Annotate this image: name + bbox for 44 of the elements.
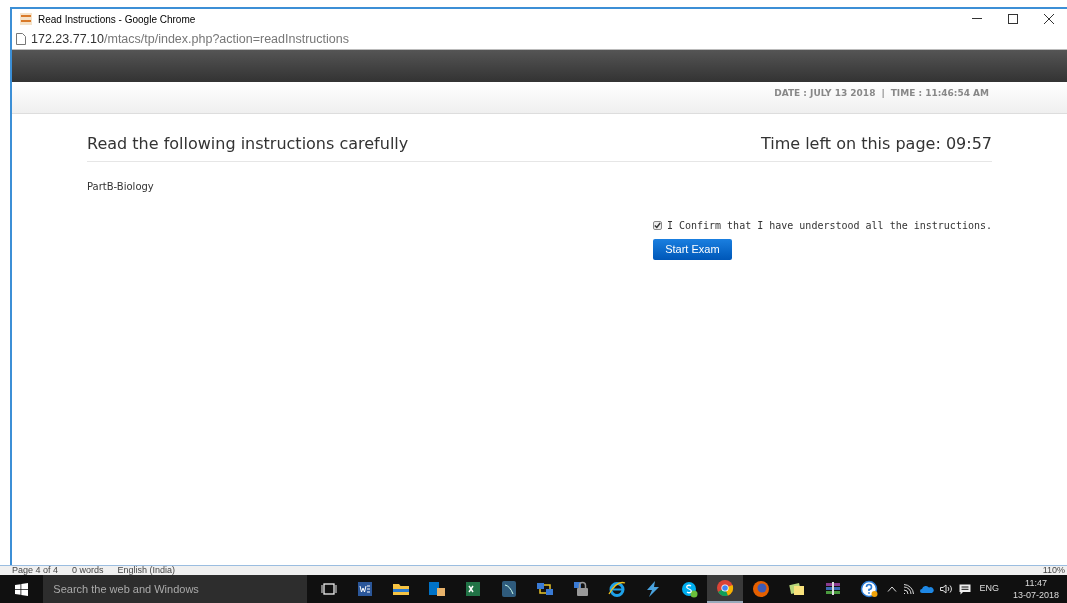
window-title: Read Instructions - Google Chrome [38,12,196,27]
chat-app-icon [680,580,699,598]
network-icon [536,580,555,598]
books-stack-icon [824,580,843,598]
maximize-icon [1008,14,1018,24]
language-indicator[interactable]: ENG [979,582,999,596]
mail-app-icon [428,580,447,598]
date-label: DATE : JULY 13 2018 [774,87,876,100]
lock-icon [572,580,591,598]
status-text: English (India) [117,566,176,575]
speaker-icon[interactable] [940,584,954,594]
windows-logo-icon [15,582,29,596]
taskbar-clock[interactable]: 11:47 13-07-2018 [1012,577,1059,601]
circle-browser-icon [716,579,735,597]
minimize-icon [972,18,982,20]
wifi-icon[interactable] [903,584,915,594]
status-text: 0 words [72,566,104,575]
app-logo-icon [20,13,32,25]
section-name: PartB-Biology [87,180,155,194]
browser-e-icon [608,580,627,598]
help-icon [860,580,879,598]
taskbar-app-button[interactable] [707,575,744,603]
task-view-icon [320,580,339,598]
confirm-label: I Confirm that I have understood all the instructions. [666,219,992,233]
chevron-up-icon[interactable] [887,586,898,592]
close-icon [1044,14,1054,24]
document-app-icon [356,580,375,598]
page-icon [16,33,26,45]
separator: | [881,87,885,100]
start-exam-button[interactable]: Start Exam [652,239,732,260]
database-app-icon [500,580,519,598]
cloud-icon[interactable] [920,585,935,593]
spreadsheet-app-icon [464,580,483,598]
status-text: Page 4 of 4 [12,566,59,575]
page-heading: Read the following instructions carefully [87,133,409,155]
time-left-label: Time left on this page: 09:57 [760,133,992,155]
notes-icon [788,580,807,598]
notification-icon[interactable] [959,583,972,595]
address-url[interactable]: 172.23.77.10/mtacs/tp/index.php?action=readInstructions [31,29,349,49]
time-label: TIME : 11:46:54 AM [890,87,989,100]
fox-browser-icon [752,580,771,598]
taskbar-search-field[interactable]: Search the web and Windows [43,575,308,603]
zoom-level: 110% [1042,566,1066,575]
confirm-checkbox[interactable] [652,221,662,230]
